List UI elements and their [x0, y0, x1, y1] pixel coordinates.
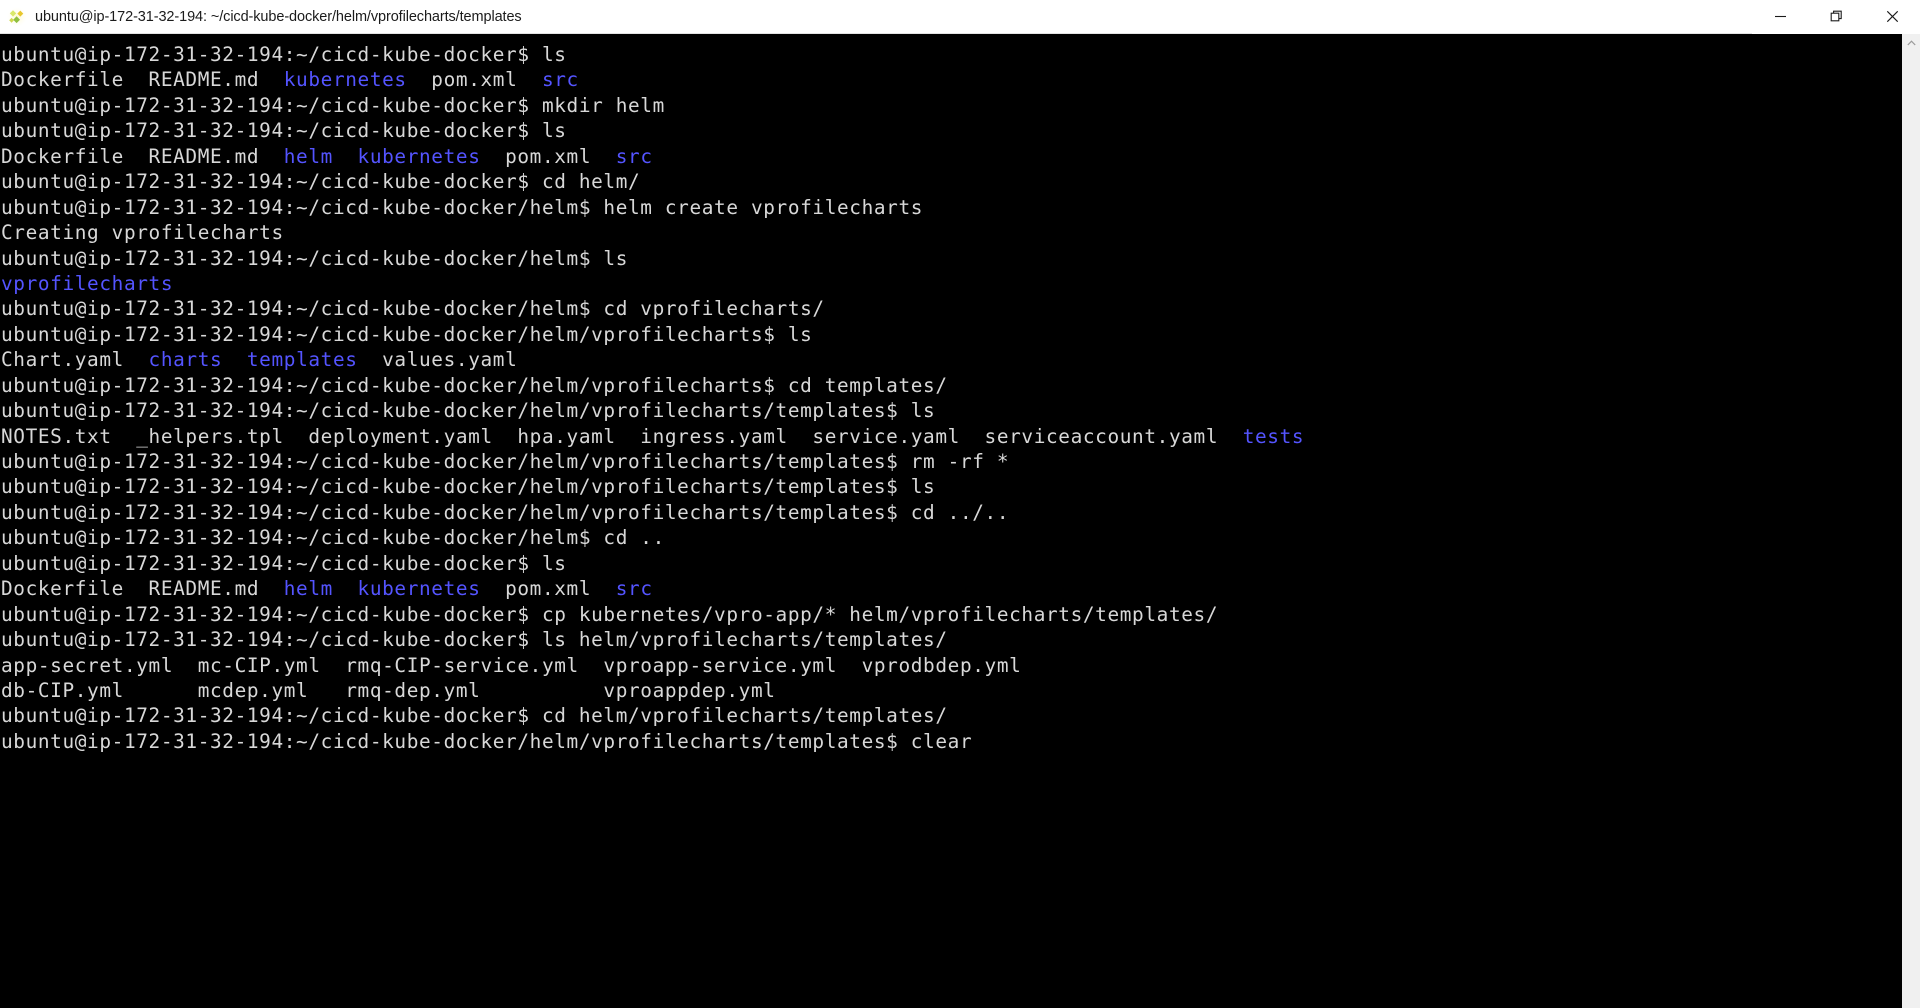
terminal-text: ubuntu@ip-172-31-32-194:~/cicd-kube-dock…	[1, 297, 825, 321]
terminal-line: ubuntu@ip-172-31-32-194:~/cicd-kube-dock…	[0, 398, 1901, 423]
terminal-line: Chart.yaml charts templates values.yaml	[0, 347, 1901, 372]
terminal-line: app-secret.yml mc-CIP.yml rmq-CIP-servic…	[0, 653, 1901, 678]
terminal-line: Dockerfile README.md kubernetes pom.xml …	[0, 67, 1901, 92]
terminal-line: ubuntu@ip-172-31-32-194:~/cicd-kube-dock…	[0, 551, 1901, 576]
directory-name: vprofilecharts	[1, 271, 174, 295]
terminal-text: ubuntu@ip-172-31-32-194:~/cicd-kube-dock…	[1, 399, 936, 423]
terminal-text: pom.xml	[406, 68, 542, 92]
directory-name: src	[541, 68, 579, 92]
terminal-line: ubuntu@ip-172-31-32-194:~/cicd-kube-dock…	[0, 729, 1901, 754]
restore-button[interactable]	[1808, 0, 1864, 34]
terminal-line: ubuntu@ip-172-31-32-194:~/cicd-kube-dock…	[0, 500, 1901, 525]
terminal-line: Dockerfile README.md helm kubernetes pom…	[0, 144, 1901, 169]
directory-name: helm	[283, 577, 333, 601]
directory-name: charts	[148, 348, 223, 372]
terminal-line-list: ubuntu@ip-172-31-32-194:~/cicd-kube-dock…	[0, 34, 1901, 754]
terminal-line: ubuntu@ip-172-31-32-194:~/cicd-kube-dock…	[0, 296, 1901, 321]
terminal-text: db-CIP.yml mcdep.yml rmq-dep.yml vproapp…	[1, 678, 776, 702]
terminal-line: db-CIP.yml mcdep.yml rmq-dep.yml vproapp…	[0, 678, 1901, 703]
directory-name: kubernetes	[357, 577, 481, 601]
terminal-text: NOTES.txt _helpers.tpl deployment.yaml h…	[1, 424, 1243, 448]
terminal-line: ubuntu@ip-172-31-32-194:~/cicd-kube-dock…	[0, 246, 1901, 271]
terminal-text: ubuntu@ip-172-31-32-194:~/cicd-kube-dock…	[1, 729, 973, 753]
close-button[interactable]	[1864, 0, 1920, 34]
terminal-line: ubuntu@ip-172-31-32-194:~/cicd-kube-dock…	[0, 169, 1901, 194]
terminal-line: ubuntu@ip-172-31-32-194:~/cicd-kube-dock…	[0, 474, 1901, 499]
directory-name: templates	[246, 348, 358, 372]
terminal-text: ubuntu@ip-172-31-32-194:~/cicd-kube-dock…	[1, 170, 641, 194]
terminal-text: ubuntu@ip-172-31-32-194:~/cicd-kube-dock…	[1, 93, 665, 117]
terminal-body: ubuntu@ip-172-31-32-194:~/cicd-kube-dock…	[0, 34, 1920, 1008]
terminal-line: Creating vprofilecharts	[0, 220, 1901, 245]
directory-name: helm	[283, 144, 333, 168]
terminal-text: Dockerfile README.md	[1, 144, 284, 168]
directory-name: src	[615, 144, 653, 168]
directory-name: src	[615, 577, 653, 601]
terminal-text: ubuntu@ip-172-31-32-194:~/cicd-kube-dock…	[1, 373, 948, 397]
putty-terminal-window: ubuntu@ip-172-31-32-194: ~/cicd-kube-doc…	[0, 0, 1920, 1008]
terminal-text: ubuntu@ip-172-31-32-194:~/cicd-kube-dock…	[1, 628, 948, 652]
terminal-text: values.yaml	[357, 348, 518, 372]
terminal-line: ubuntu@ip-172-31-32-194:~/cicd-kube-dock…	[0, 525, 1901, 550]
terminal-text: ubuntu@ip-172-31-32-194:~/cicd-kube-dock…	[1, 43, 567, 66]
terminal-text: pom.xml	[480, 144, 616, 168]
terminal-text: ubuntu@ip-172-31-32-194:~/cicd-kube-dock…	[1, 450, 1010, 473]
terminal-text: pom.xml	[480, 577, 616, 601]
terminal-line: ubuntu@ip-172-31-32-194:~/cicd-kube-dock…	[0, 627, 1901, 652]
directory-name: kubernetes	[357, 144, 481, 168]
directory-name: kubernetes	[283, 68, 407, 92]
window-title: ubuntu@ip-172-31-32-194: ~/cicd-kube-doc…	[35, 8, 522, 25]
terminal-line: ubuntu@ip-172-31-32-194:~/cicd-kube-dock…	[0, 602, 1901, 627]
terminal-text: ubuntu@ip-172-31-32-194:~/cicd-kube-dock…	[1, 602, 1219, 626]
terminal-text: Chart.yaml	[1, 348, 149, 372]
terminal-text: ubuntu@ip-172-31-32-194:~/cicd-kube-dock…	[1, 526, 665, 550]
terminal-line: ubuntu@ip-172-31-32-194:~/cicd-kube-dock…	[0, 322, 1901, 347]
terminal-line: ubuntu@ip-172-31-32-194:~/cicd-kube-dock…	[0, 42, 1901, 67]
terminal-text: ubuntu@ip-172-31-32-194:~/cicd-kube-dock…	[1, 119, 567, 143]
terminal-line: NOTES.txt _helpers.tpl deployment.yaml h…	[0, 424, 1901, 449]
terminal-text: Dockerfile README.md	[1, 577, 284, 601]
terminal-text: ubuntu@ip-172-31-32-194:~/cicd-kube-dock…	[1, 195, 924, 219]
terminal-line: ubuntu@ip-172-31-32-194:~/cicd-kube-dock…	[0, 195, 1901, 220]
terminal-text: ubuntu@ip-172-31-32-194:~/cicd-kube-dock…	[1, 475, 936, 499]
terminal-output-area[interactable]: ubuntu@ip-172-31-32-194:~/cicd-kube-dock…	[0, 34, 1901, 1008]
terminal-line: vprofilecharts	[0, 271, 1901, 296]
terminal-text: Dockerfile README.md	[1, 68, 284, 92]
terminal-text: ubuntu@ip-172-31-32-194:~/cicd-kube-dock…	[1, 246, 629, 270]
minimize-button[interactable]	[1752, 0, 1808, 34]
putty-icon	[7, 6, 27, 27]
terminal-line: ubuntu@ip-172-31-32-194:~/cicd-kube-dock…	[0, 118, 1901, 143]
terminal-line: ubuntu@ip-172-31-32-194:~/cicd-kube-dock…	[0, 373, 1901, 398]
window-titlebar: ubuntu@ip-172-31-32-194: ~/cicd-kube-doc…	[0, 0, 1920, 34]
directory-name: tests	[1242, 424, 1305, 448]
terminal-text: ubuntu@ip-172-31-32-194:~/cicd-kube-dock…	[1, 500, 1010, 524]
terminal-scrollbar[interactable]	[1901, 34, 1920, 1008]
terminal-line: ubuntu@ip-172-31-32-194:~/cicd-kube-dock…	[0, 449, 1901, 474]
terminal-text: Creating vprofilecharts	[1, 221, 284, 245]
terminal-line: Dockerfile README.md helm kubernetes pom…	[0, 576, 1901, 601]
terminal-text: ubuntu@ip-172-31-32-194:~/cicd-kube-dock…	[1, 322, 813, 346]
terminal-line: ubuntu@ip-172-31-32-194:~/cicd-kube-dock…	[0, 93, 1901, 118]
terminal-text: ubuntu@ip-172-31-32-194:~/cicd-kube-dock…	[1, 551, 567, 575]
terminal-text: ubuntu@ip-172-31-32-194:~/cicd-kube-dock…	[1, 704, 948, 728]
terminal-text: app-secret.yml mc-CIP.yml rmq-CIP-servic…	[1, 653, 1022, 677]
scroll-up-arrow-icon[interactable]	[1902, 34, 1920, 52]
terminal-line: ubuntu@ip-172-31-32-194:~/cicd-kube-dock…	[0, 703, 1901, 728]
window-controls	[1752, 0, 1920, 34]
